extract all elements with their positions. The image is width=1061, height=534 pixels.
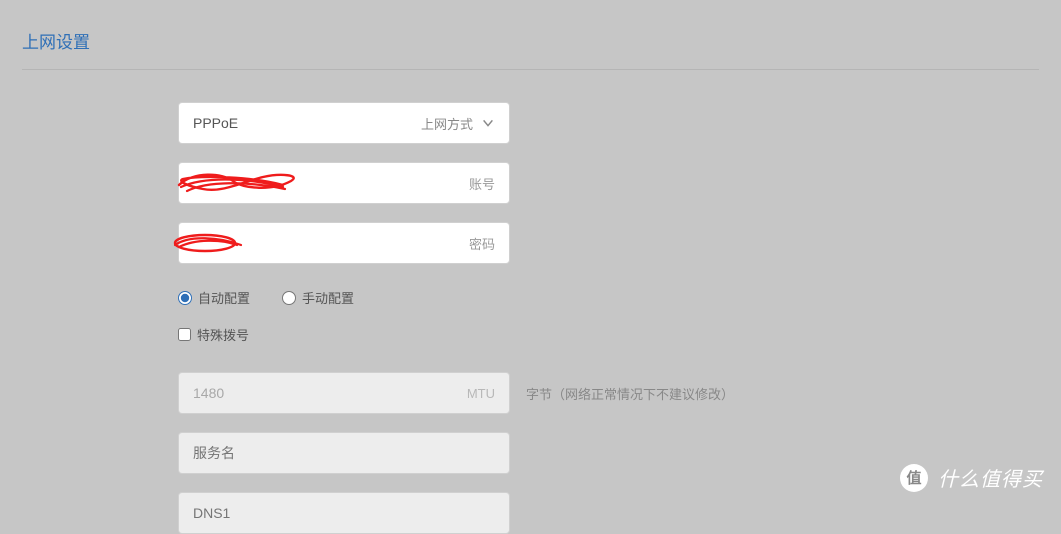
auto-config-label: 自动配置 <box>198 288 250 307</box>
special-dial-label: 特殊拨号 <box>197 325 249 344</box>
service-name-input[interactable] <box>193 445 495 461</box>
auto-config-radio-input[interactable] <box>178 291 192 305</box>
special-dial-checkbox-input[interactable] <box>178 328 191 341</box>
connection-type-label: 上网方式 <box>421 114 473 133</box>
dns1-input-wrap[interactable] <box>178 492 510 534</box>
manual-config-label: 手动配置 <box>302 288 354 307</box>
account-input-wrap[interactable]: 账号 <box>178 162 510 204</box>
form-area: PPPoE 上网方式 账号 密码 <box>22 102 1039 534</box>
connection-type-select[interactable]: PPPoE 上网方式 <box>178 102 510 144</box>
account-label: 账号 <box>469 174 495 193</box>
watermark-badge-icon: 值 <box>900 464 928 492</box>
connection-type-value: PPPoE <box>193 115 421 131</box>
password-label: 密码 <box>469 234 495 253</box>
manual-config-radio[interactable]: 手动配置 <box>282 288 354 307</box>
password-input[interactable] <box>193 235 469 251</box>
page-title: 上网设置 <box>22 28 1039 53</box>
mtu-label: MTU <box>467 386 495 401</box>
mtu-input[interactable] <box>193 385 467 401</box>
manual-config-radio-input[interactable] <box>282 291 296 305</box>
account-input[interactable] <box>193 175 469 191</box>
special-dial-checkbox[interactable]: 特殊拨号 <box>178 325 1039 344</box>
divider <box>22 69 1039 70</box>
mtu-input-wrap[interactable]: MTU <box>178 372 510 414</box>
password-input-wrap[interactable]: 密码 <box>178 222 510 264</box>
auto-config-radio[interactable]: 自动配置 <box>178 288 250 307</box>
config-mode-radio-group: 自动配置 手动配置 <box>178 288 1039 307</box>
chevron-down-icon <box>481 116 495 130</box>
service-name-input-wrap[interactable] <box>178 432 510 474</box>
mtu-hint: 字节（网络正常情况下不建议修改） <box>526 384 734 403</box>
watermark: 值 什么值得买 <box>900 463 1043 492</box>
dns1-input[interactable] <box>193 505 495 521</box>
watermark-text: 什么值得买 <box>938 463 1043 492</box>
